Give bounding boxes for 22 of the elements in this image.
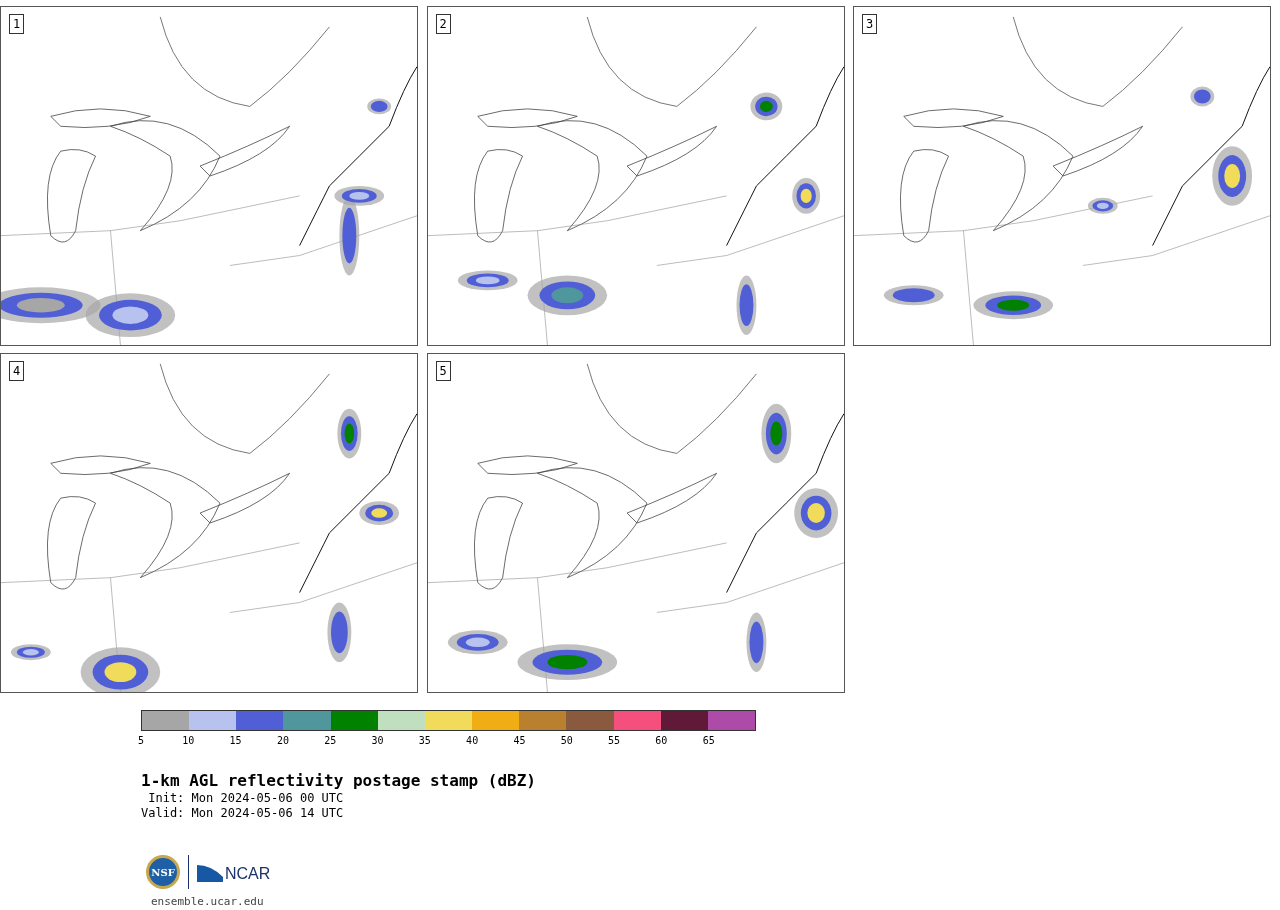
tick-label: 40 [466,735,479,747]
nsf-logo: NSF [146,855,180,889]
panel-number: 3 [862,14,878,34]
panel-number: 4 [9,361,25,381]
tick-label: 5 [138,735,144,747]
tick-label: 65 [702,735,715,747]
init-time: Init: Mon 2024-05-06 00 UTC [147,791,344,806]
ncar-logo: NCAR [197,862,271,882]
tick-label: 25 [324,735,337,747]
chart-title: 1-km AGL reflectivity postage stamp (dBZ) [141,771,536,791]
tick-label: 30 [371,735,384,747]
tick-label: 35 [418,735,431,747]
tick-label: 15 [229,735,242,747]
tick-label: 60 [655,735,668,747]
tick-label: 10 [182,735,195,747]
panel-number: 1 [9,14,25,34]
website-link[interactable]: ensemble.ucar.edu [151,895,1280,908]
tick-label: 55 [608,735,621,747]
tick-label: 45 [513,735,526,747]
tick-label: 20 [276,735,289,747]
valid-time: Valid: Mon 2024-05-06 14 UTC [141,806,344,821]
tick-label: 50 [560,735,573,747]
